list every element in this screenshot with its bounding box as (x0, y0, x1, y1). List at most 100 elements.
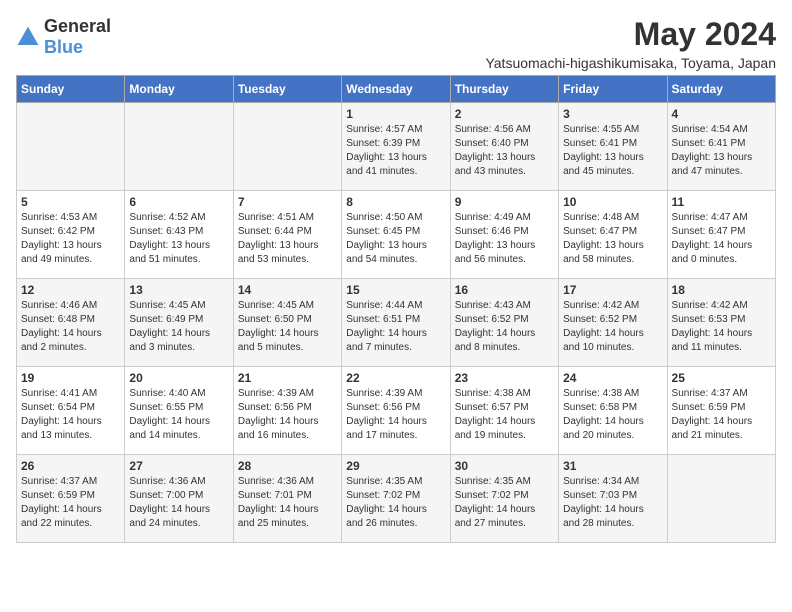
calendar-cell: 3 Sunrise: 4:55 AM Sunset: 6:41 PM Dayli… (559, 103, 667, 191)
day-number: 4 (672, 107, 771, 121)
day-info: Sunrise: 4:51 AM Sunset: 6:44 PM Dayligh… (238, 211, 337, 267)
day-number: 17 (563, 283, 662, 297)
daylight-label: Daylight: 14 hours and 13 minutes. (21, 416, 102, 441)
day-number: 13 (129, 283, 228, 297)
sunrise-label: Sunrise: 4:49 AM (455, 212, 531, 223)
sunset-label: Sunset: 6:51 PM (346, 314, 420, 325)
calendar-cell: 29 Sunrise: 4:35 AM Sunset: 7:02 PM Dayl… (342, 455, 450, 543)
calendar-cell: 22 Sunrise: 4:39 AM Sunset: 6:56 PM Dayl… (342, 367, 450, 455)
calendar-cell: 6 Sunrise: 4:52 AM Sunset: 6:43 PM Dayli… (125, 191, 233, 279)
sunrise-label: Sunrise: 4:37 AM (21, 476, 97, 487)
sunrise-label: Sunrise: 4:52 AM (129, 212, 205, 223)
day-number: 12 (21, 283, 120, 297)
day-number: 15 (346, 283, 445, 297)
calendar-body: 1 Sunrise: 4:57 AM Sunset: 6:39 PM Dayli… (17, 103, 776, 543)
week-row-3: 19 Sunrise: 4:41 AM Sunset: 6:54 PM Dayl… (17, 367, 776, 455)
day-number: 8 (346, 195, 445, 209)
header-wednesday: Wednesday (342, 76, 450, 103)
day-info: Sunrise: 4:38 AM Sunset: 6:57 PM Dayligh… (455, 387, 554, 443)
day-number: 23 (455, 371, 554, 385)
day-number: 25 (672, 371, 771, 385)
calendar-cell: 4 Sunrise: 4:54 AM Sunset: 6:41 PM Dayli… (667, 103, 775, 191)
day-info: Sunrise: 4:43 AM Sunset: 6:52 PM Dayligh… (455, 299, 554, 355)
sunset-label: Sunset: 6:45 PM (346, 226, 420, 237)
daylight-label: Daylight: 14 hours and 27 minutes. (455, 504, 536, 529)
day-info: Sunrise: 4:53 AM Sunset: 6:42 PM Dayligh… (21, 211, 120, 267)
day-info: Sunrise: 4:45 AM Sunset: 6:49 PM Dayligh… (129, 299, 228, 355)
week-row-2: 12 Sunrise: 4:46 AM Sunset: 6:48 PM Dayl… (17, 279, 776, 367)
daylight-label: Daylight: 14 hours and 0 minutes. (672, 240, 753, 265)
daylight-label: Daylight: 14 hours and 24 minutes. (129, 504, 210, 529)
calendar-cell: 12 Sunrise: 4:46 AM Sunset: 6:48 PM Dayl… (17, 279, 125, 367)
day-info: Sunrise: 4:56 AM Sunset: 6:40 PM Dayligh… (455, 123, 554, 179)
day-number: 7 (238, 195, 337, 209)
sunrise-label: Sunrise: 4:43 AM (455, 300, 531, 311)
calendar-cell (233, 103, 341, 191)
sunset-label: Sunset: 6:47 PM (672, 226, 746, 237)
sunrise-label: Sunrise: 4:50 AM (346, 212, 422, 223)
sunset-label: Sunset: 6:54 PM (21, 402, 95, 413)
sunset-label: Sunset: 6:50 PM (238, 314, 312, 325)
daylight-label: Daylight: 14 hours and 26 minutes. (346, 504, 427, 529)
sunset-label: Sunset: 6:58 PM (563, 402, 637, 413)
calendar-cell: 26 Sunrise: 4:37 AM Sunset: 6:59 PM Dayl… (17, 455, 125, 543)
sunrise-label: Sunrise: 4:54 AM (672, 124, 748, 135)
sunset-label: Sunset: 6:57 PM (455, 402, 529, 413)
calendar-cell: 17 Sunrise: 4:42 AM Sunset: 6:52 PM Dayl… (559, 279, 667, 367)
sunrise-label: Sunrise: 4:42 AM (563, 300, 639, 311)
sunset-label: Sunset: 6:46 PM (455, 226, 529, 237)
sunrise-label: Sunrise: 4:44 AM (346, 300, 422, 311)
daylight-label: Daylight: 14 hours and 25 minutes. (238, 504, 319, 529)
daylight-label: Daylight: 13 hours and 47 minutes. (672, 152, 753, 177)
daylight-label: Daylight: 13 hours and 53 minutes. (238, 240, 319, 265)
day-number: 26 (21, 459, 120, 473)
sunrise-label: Sunrise: 4:53 AM (21, 212, 97, 223)
week-row-0: 1 Sunrise: 4:57 AM Sunset: 6:39 PM Dayli… (17, 103, 776, 191)
sunrise-label: Sunrise: 4:41 AM (21, 388, 97, 399)
daylight-label: Daylight: 13 hours and 49 minutes. (21, 240, 102, 265)
daylight-label: Daylight: 14 hours and 14 minutes. (129, 416, 210, 441)
sunrise-label: Sunrise: 4:47 AM (672, 212, 748, 223)
header-thursday: Thursday (450, 76, 558, 103)
day-info: Sunrise: 4:39 AM Sunset: 6:56 PM Dayligh… (346, 387, 445, 443)
sunrise-label: Sunrise: 4:39 AM (238, 388, 314, 399)
calendar-cell: 23 Sunrise: 4:38 AM Sunset: 6:57 PM Dayl… (450, 367, 558, 455)
logo-general: General (44, 16, 111, 36)
daylight-label: Daylight: 14 hours and 5 minutes. (238, 328, 319, 353)
day-info: Sunrise: 4:39 AM Sunset: 6:56 PM Dayligh… (238, 387, 337, 443)
sunrise-label: Sunrise: 4:40 AM (129, 388, 205, 399)
sunset-label: Sunset: 6:42 PM (21, 226, 95, 237)
daylight-label: Daylight: 14 hours and 17 minutes. (346, 416, 427, 441)
day-info: Sunrise: 4:44 AM Sunset: 6:51 PM Dayligh… (346, 299, 445, 355)
sunrise-label: Sunrise: 4:39 AM (346, 388, 422, 399)
day-info: Sunrise: 4:48 AM Sunset: 6:47 PM Dayligh… (563, 211, 662, 267)
day-info: Sunrise: 4:42 AM Sunset: 6:52 PM Dayligh… (563, 299, 662, 355)
day-number: 19 (21, 371, 120, 385)
sunrise-label: Sunrise: 4:38 AM (563, 388, 639, 399)
day-info: Sunrise: 4:55 AM Sunset: 6:41 PM Dayligh… (563, 123, 662, 179)
daylight-label: Daylight: 14 hours and 19 minutes. (455, 416, 536, 441)
calendar-cell: 9 Sunrise: 4:49 AM Sunset: 6:46 PM Dayli… (450, 191, 558, 279)
title-block: May 2024 Yatsuomachi-higashikumisaka, To… (485, 16, 776, 71)
daylight-label: Daylight: 13 hours and 58 minutes. (563, 240, 644, 265)
calendar-cell: 1 Sunrise: 4:57 AM Sunset: 6:39 PM Dayli… (342, 103, 450, 191)
daylight-label: Daylight: 14 hours and 28 minutes. (563, 504, 644, 529)
sunrise-label: Sunrise: 4:45 AM (238, 300, 314, 311)
calendar-cell: 5 Sunrise: 4:53 AM Sunset: 6:42 PM Dayli… (17, 191, 125, 279)
sunset-label: Sunset: 6:41 PM (563, 138, 637, 149)
sunset-label: Sunset: 6:52 PM (563, 314, 637, 325)
calendar-cell: 14 Sunrise: 4:45 AM Sunset: 6:50 PM Dayl… (233, 279, 341, 367)
sunset-label: Sunset: 6:59 PM (672, 402, 746, 413)
calendar-table: Sunday Monday Tuesday Wednesday Thursday… (16, 75, 776, 543)
day-info: Sunrise: 4:52 AM Sunset: 6:43 PM Dayligh… (129, 211, 228, 267)
day-number: 3 (563, 107, 662, 121)
calendar-cell (667, 455, 775, 543)
sunrise-label: Sunrise: 4:48 AM (563, 212, 639, 223)
sunset-label: Sunset: 6:48 PM (21, 314, 95, 325)
sunset-label: Sunset: 6:39 PM (346, 138, 420, 149)
sunrise-label: Sunrise: 4:38 AM (455, 388, 531, 399)
day-info: Sunrise: 4:50 AM Sunset: 6:45 PM Dayligh… (346, 211, 445, 267)
day-info: Sunrise: 4:47 AM Sunset: 6:47 PM Dayligh… (672, 211, 771, 267)
calendar-cell: 16 Sunrise: 4:43 AM Sunset: 6:52 PM Dayl… (450, 279, 558, 367)
day-info: Sunrise: 4:49 AM Sunset: 6:46 PM Dayligh… (455, 211, 554, 267)
